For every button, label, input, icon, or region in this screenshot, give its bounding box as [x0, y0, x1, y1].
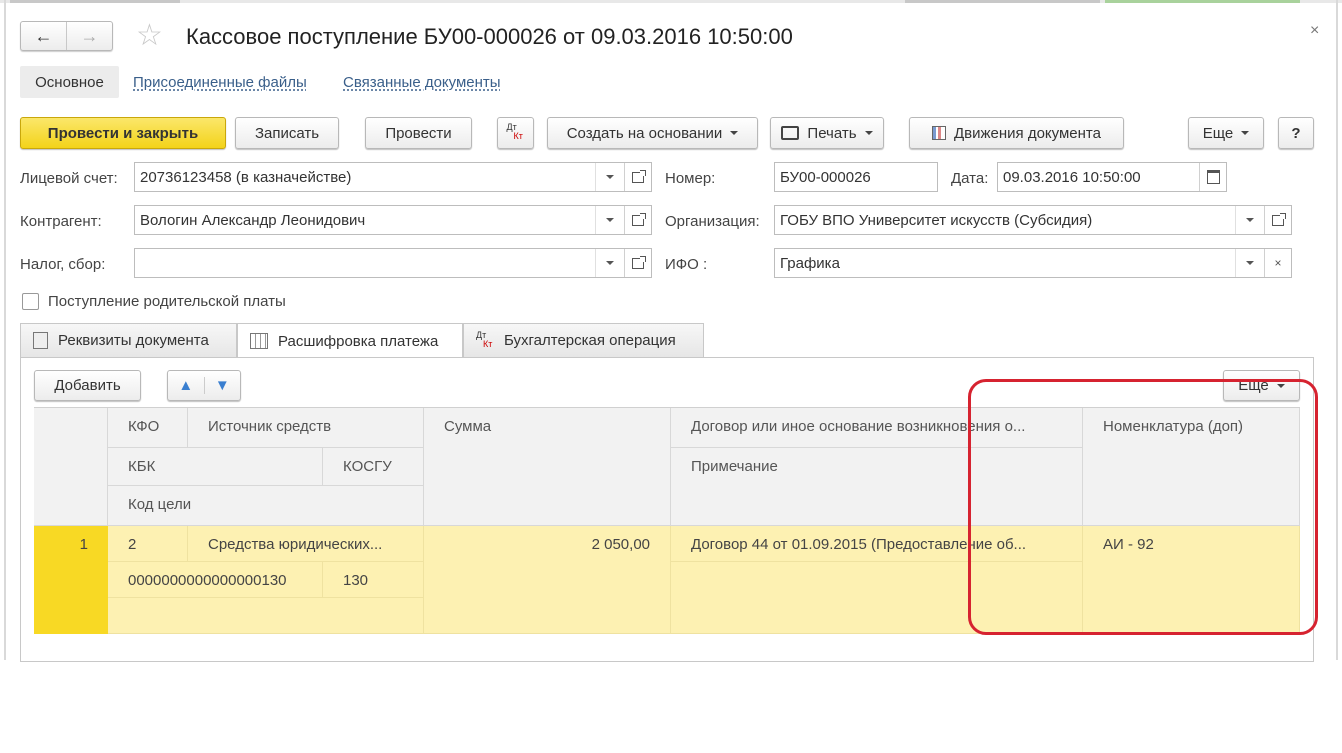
cell-kfo[interactable]: 2 — [108, 526, 188, 562]
document-icon — [33, 332, 48, 349]
forward-arrow-icon[interactable]: → — [67, 22, 112, 50]
parent-fee-label: Поступление родительской платы — [48, 293, 286, 310]
top-border-segment — [1105, 0, 1300, 3]
ifo-label: ИФО : — [665, 256, 708, 273]
top-border-segment — [10, 0, 180, 3]
organization-dropdown-icon[interactable] — [1235, 206, 1264, 234]
top-border — [0, 0, 1342, 3]
dt-kt-icon: Дт Кт — [476, 330, 494, 351]
movements-icon — [932, 126, 946, 140]
column-header-kfo[interactable]: КФО — [108, 408, 188, 448]
move-buttons: ▲ ▼ — [167, 370, 241, 401]
window-title: Кассовое поступление БУ00-000026 от 09.0… — [186, 24, 793, 49]
counterparty-field[interactable]: Вологин Александр Леонидович — [134, 205, 652, 235]
tab-payment-breakdown-label: Расшифровка платежа — [278, 332, 439, 350]
top-border-segment — [905, 0, 1100, 3]
tax-open-icon[interactable] — [624, 249, 651, 277]
number-label: Номер: — [665, 170, 716, 187]
date-label: Дата: — [951, 170, 989, 187]
calendar-icon[interactable] — [1199, 163, 1226, 191]
post-button[interactable]: Провести — [365, 117, 472, 149]
help-button[interactable]: ? — [1278, 117, 1314, 149]
close-icon[interactable]: × — [1310, 22, 1319, 40]
create-based-on-label: Создать на основании — [566, 124, 723, 142]
column-header-kosgu[interactable]: КОСГУ — [323, 448, 424, 486]
right-border — [1336, 0, 1338, 660]
kt-text: Кт — [483, 338, 493, 349]
highlight-annotation — [968, 379, 1318, 635]
ifo-clear-icon[interactable]: × — [1264, 249, 1291, 277]
dt-kt-icon: Дт Кт — [507, 123, 525, 143]
cell-kbk[interactable]: 0000000000000000130 — [108, 562, 323, 598]
parent-fee-checkbox[interactable] — [22, 293, 39, 310]
tab-linked-documents[interactable]: Связанные документы — [343, 66, 501, 98]
move-up-icon[interactable]: ▲ — [168, 377, 205, 394]
account-label: Лицевой счет: — [20, 170, 118, 187]
date-field[interactable]: 09.03.2016 10:50:00 — [997, 162, 1227, 192]
add-button[interactable]: Добавить — [34, 370, 141, 401]
counterparty-dropdown-icon[interactable] — [595, 206, 624, 234]
column-header-sum[interactable]: Сумма — [424, 408, 671, 526]
number-field[interactable]: БУ00-000026 — [774, 162, 938, 192]
print-label: Печать — [807, 124, 857, 142]
ifo-field[interactable]: Графика × — [774, 248, 1292, 278]
account-dropdown-icon[interactable] — [595, 163, 624, 191]
cell-sum[interactable]: 2 050,00 — [424, 526, 671, 634]
column-header-goal-code[interactable]: Код цели — [108, 486, 424, 526]
tab-requisites-label: Реквизиты документа — [58, 332, 209, 349]
account-open-icon[interactable] — [624, 163, 651, 191]
more-label: Еще — [1202, 124, 1234, 142]
counterparty-label: Контрагент: — [20, 213, 102, 230]
row-number-header — [34, 408, 108, 526]
organization-value: ГОБУ ВПО Университет искусств (Субсидия) — [780, 211, 1093, 229]
account-field[interactable]: 20736123458 (в казначействе) — [134, 162, 652, 192]
ifo-dropdown-icon[interactable] — [1235, 249, 1264, 277]
organization-label: Организация: — [665, 213, 760, 230]
tax-label: Налог, сбор: — [20, 256, 106, 273]
tab-main[interactable]: Основное — [20, 66, 119, 98]
account-value: 20736123458 (в казначействе) — [140, 168, 352, 186]
create-based-on-button[interactable]: Создать на основании — [547, 117, 758, 149]
tab-attached-files[interactable]: Присоединенные файлы — [133, 66, 307, 98]
dt-kt-button[interactable]: Дт Кт — [497, 117, 534, 149]
tab-requisites[interactable]: Реквизиты документа — [20, 323, 237, 357]
history-nav: ← → — [20, 21, 113, 51]
table-icon — [250, 333, 268, 349]
tab-payment-breakdown[interactable]: Расшифровка платежа — [237, 323, 463, 358]
favorite-star-icon[interactable]: ☆ — [136, 21, 163, 51]
kt-text: Кт — [513, 131, 523, 141]
left-border — [4, 0, 6, 660]
row-number[interactable]: 1 — [34, 526, 108, 634]
date-value: 09.03.2016 10:50:00 — [1003, 168, 1141, 186]
more-button[interactable]: Еще — [1188, 117, 1264, 149]
number-value: БУ00-000026 — [780, 168, 871, 186]
ifo-value: Графика — [780, 254, 840, 272]
counterparty-open-icon[interactable] — [624, 206, 651, 234]
tab-accounting[interactable]: Дт Кт Бухгалтерская операция — [463, 323, 704, 357]
cell-goal-code[interactable] — [108, 598, 424, 634]
organization-open-icon[interactable] — [1264, 206, 1291, 234]
printer-icon — [781, 126, 800, 140]
tax-dropdown-icon[interactable] — [595, 249, 624, 277]
cell-kosgu[interactable]: 130 — [323, 562, 424, 598]
move-down-icon[interactable]: ▼ — [205, 377, 241, 394]
print-button[interactable]: Печать — [770, 117, 884, 149]
column-header-source[interactable]: Источник средств — [188, 408, 424, 448]
tab-accounting-label: Бухгалтерская операция — [504, 332, 676, 349]
counterparty-value: Вологин Александр Леонидович — [140, 211, 366, 229]
movements-label: Движения документа — [954, 124, 1101, 142]
cell-source[interactable]: Средства юридических... — [188, 526, 424, 562]
save-button[interactable]: Записать — [235, 117, 339, 149]
tax-field[interactable] — [134, 248, 652, 278]
column-header-kbk[interactable]: КБК — [108, 448, 323, 486]
organization-field[interactable]: ГОБУ ВПО Университет искусств (Субсидия) — [774, 205, 1292, 235]
document-movements-button[interactable]: Движения документа — [909, 117, 1124, 149]
post-and-close-button[interactable]: Провести и закрыть — [20, 117, 226, 149]
back-arrow-icon[interactable]: ← — [21, 22, 67, 50]
